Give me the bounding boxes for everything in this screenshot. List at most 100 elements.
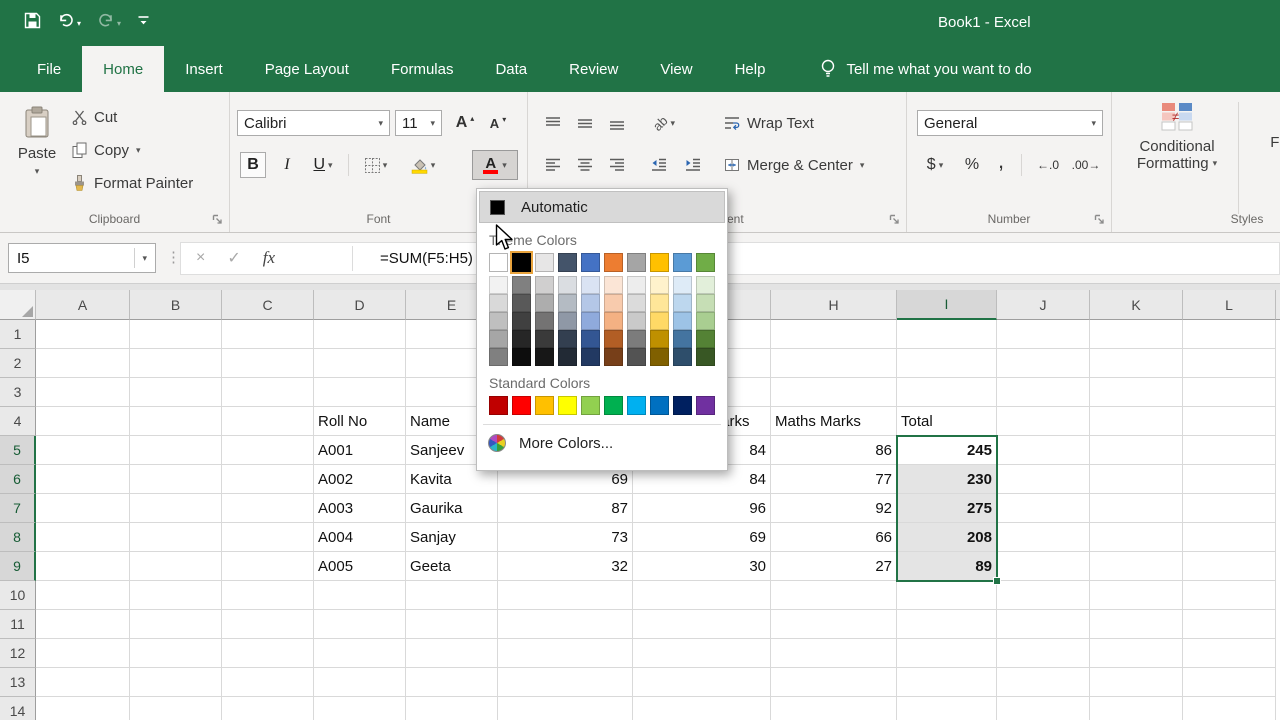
accounting-dropdown-icon[interactable]: ▾ — [939, 160, 944, 170]
row-header-7[interactable]: 7 — [0, 494, 36, 523]
cell-L3[interactable] — [1183, 378, 1276, 407]
cell-G8[interactable]: 69 — [633, 523, 771, 552]
theme-color-variant-swatch[interactable] — [535, 312, 554, 330]
theme-color-variant-swatch[interactable] — [581, 348, 600, 366]
cell-H10[interactable] — [771, 581, 897, 610]
cell-A6[interactable] — [36, 465, 130, 494]
fill-color-dropdown-icon[interactable]: ▾ — [431, 160, 436, 170]
cell-D7[interactable]: A003 — [314, 494, 406, 523]
column-header-I[interactable]: I — [897, 290, 997, 320]
cell-L4[interactable] — [1183, 407, 1276, 436]
underline-dropdown-icon[interactable]: ▾ — [328, 160, 333, 170]
standard-color-swatch[interactable] — [581, 396, 600, 415]
row-header-11[interactable]: 11 — [0, 610, 36, 639]
cell-G9[interactable]: 30 — [633, 552, 771, 581]
theme-color-variant-swatch[interactable] — [627, 312, 646, 330]
cell-E13[interactable] — [406, 668, 498, 697]
tab-page-layout[interactable]: Page Layout — [244, 46, 370, 92]
standard-color-swatch[interactable] — [512, 396, 531, 415]
cell-B2[interactable] — [130, 349, 222, 378]
cell-K8[interactable] — [1090, 523, 1183, 552]
theme-color-variant-swatch[interactable] — [512, 294, 531, 312]
cell-H3[interactable] — [771, 378, 897, 407]
paste-button[interactable]: Paste ▾ — [8, 98, 66, 218]
row-header-8[interactable]: 8 — [0, 523, 36, 552]
cell-E12[interactable] — [406, 639, 498, 668]
increase-decimal-button[interactable]: ←.0 — [1031, 152, 1065, 178]
cell-I10[interactable] — [897, 581, 997, 610]
theme-color-variant-swatch[interactable] — [581, 312, 600, 330]
cell-B9[interactable] — [130, 552, 222, 581]
cell-D6[interactable]: A002 — [314, 465, 406, 494]
cell-J3[interactable] — [997, 378, 1090, 407]
cell-C10[interactable] — [222, 581, 314, 610]
cell-H4[interactable]: Maths Marks — [771, 407, 897, 436]
cell-K3[interactable] — [1090, 378, 1183, 407]
formula-bar-handle[interactable]: ⋮ — [166, 248, 181, 266]
cell-L6[interactable] — [1183, 465, 1276, 494]
percent-style-button[interactable]: % — [959, 152, 985, 178]
cell-H1[interactable] — [771, 320, 897, 349]
theme-color-variant-swatch[interactable] — [627, 294, 646, 312]
theme-color-variant-swatch[interactable] — [535, 294, 554, 312]
cell-H12[interactable] — [771, 639, 897, 668]
cell-B1[interactable] — [130, 320, 222, 349]
cell-K9[interactable] — [1090, 552, 1183, 581]
cell-L12[interactable] — [1183, 639, 1276, 668]
theme-color-variant-swatch[interactable] — [696, 294, 715, 312]
cell-C13[interactable] — [222, 668, 314, 697]
cell-A14[interactable] — [36, 697, 130, 720]
cell-F11[interactable] — [498, 610, 633, 639]
cell-J13[interactable] — [997, 668, 1090, 697]
theme-color-swatch[interactable] — [604, 253, 623, 272]
cell-A4[interactable] — [36, 407, 130, 436]
cell-A3[interactable] — [36, 378, 130, 407]
cell-A12[interactable] — [36, 639, 130, 668]
align-left-button[interactable] — [538, 152, 568, 178]
cell-L9[interactable] — [1183, 552, 1276, 581]
accounting-format-button[interactable]: $ ▾ — [919, 152, 951, 178]
cell-H5[interactable]: 86 — [771, 436, 897, 465]
standard-color-swatch[interactable] — [535, 396, 554, 415]
cell-L1[interactable] — [1183, 320, 1276, 349]
cell-C4[interactable] — [222, 407, 314, 436]
cell-K12[interactable] — [1090, 639, 1183, 668]
cell-A9[interactable] — [36, 552, 130, 581]
theme-color-variant-swatch[interactable] — [489, 276, 508, 294]
tab-home[interactable]: Home — [82, 46, 165, 92]
cell-E9[interactable]: Geeta — [406, 552, 498, 581]
cell-G11[interactable] — [633, 610, 771, 639]
cell-C11[interactable] — [222, 610, 314, 639]
comma-style-button[interactable]: , — [989, 148, 1013, 174]
cell-K2[interactable] — [1090, 349, 1183, 378]
cell-C1[interactable] — [222, 320, 314, 349]
theme-color-variant-swatch[interactable] — [604, 348, 623, 366]
cell-D14[interactable] — [314, 697, 406, 720]
cell-I2[interactable] — [897, 349, 997, 378]
cell-G12[interactable] — [633, 639, 771, 668]
cell-F12[interactable] — [498, 639, 633, 668]
cell-I12[interactable] — [897, 639, 997, 668]
cell-H2[interactable] — [771, 349, 897, 378]
cell-C6[interactable] — [222, 465, 314, 494]
cell-B3[interactable] — [130, 378, 222, 407]
theme-color-variant-swatch[interactable] — [650, 294, 669, 312]
cell-K11[interactable] — [1090, 610, 1183, 639]
row-header-13[interactable]: 13 — [0, 668, 36, 697]
merge-center-button[interactable]: Merge & Center ▾ — [724, 152, 864, 178]
theme-color-variant-swatch[interactable] — [489, 330, 508, 348]
theme-color-variant-swatch[interactable] — [604, 276, 623, 294]
cell-F10[interactable] — [498, 581, 633, 610]
theme-color-variant-swatch[interactable] — [581, 294, 600, 312]
align-center-button[interactable] — [570, 152, 600, 178]
standard-color-swatch[interactable] — [489, 396, 508, 415]
name-box[interactable]: I5 ▾ — [8, 243, 156, 273]
theme-color-swatch[interactable] — [673, 253, 692, 272]
borders-dropdown-icon[interactable]: ▾ — [383, 160, 388, 170]
theme-color-variant-swatch[interactable] — [489, 348, 508, 366]
theme-color-variant-swatch[interactable] — [558, 348, 577, 366]
theme-color-variant-swatch[interactable] — [673, 330, 692, 348]
select-all-button[interactable] — [0, 290, 36, 320]
cell-L14[interactable] — [1183, 697, 1276, 720]
column-header-A[interactable]: A — [36, 290, 130, 320]
